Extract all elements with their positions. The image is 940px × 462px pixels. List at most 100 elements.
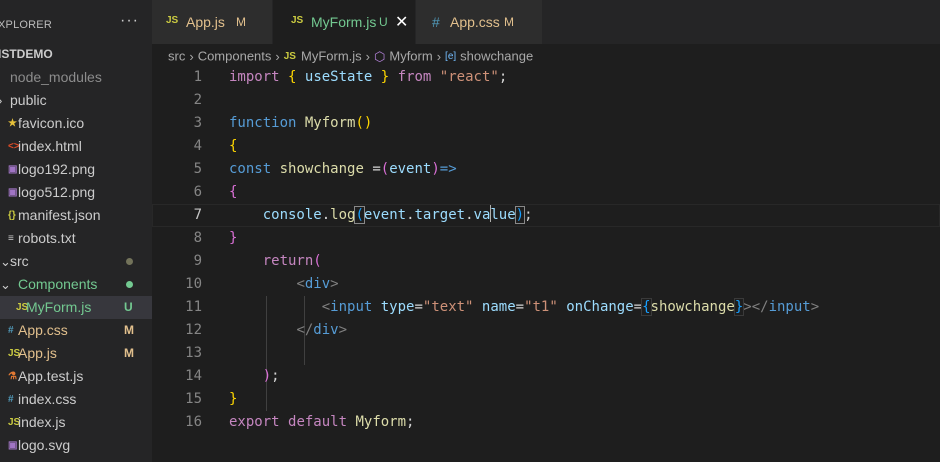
tab-myform-js[interactable]: JS MyForm.js U ✕ — [273, 0, 416, 44]
tab-app-css[interactable]: # App.css M — [416, 0, 543, 44]
code-line[interactable]: 10 <div> — [152, 273, 940, 296]
tree-item[interactable]: node_modules — [0, 66, 152, 89]
tree-item-label: index.css — [18, 391, 77, 407]
code-token: import — [229, 69, 280, 85]
code-text: <input type="text" name="t1" onChange={s… — [229, 296, 819, 319]
tree-item[interactable]: ★ favicon.ico — [0, 112, 152, 135]
code-token: div — [313, 322, 339, 338]
code-token: } — [229, 391, 238, 407]
code-line[interactable]: 11 <input type="text" name="t1" onChange… — [152, 296, 940, 319]
code-token: const — [229, 161, 272, 177]
more-actions-icon[interactable]: ··· — [120, 12, 139, 30]
tree-item[interactable]: JS MyForm.js U — [0, 296, 152, 319]
tree-item[interactable]: ▣ logo512.png — [0, 181, 152, 204]
breadcrumb-member[interactable]: showchange — [460, 49, 533, 64]
code-token: = — [633, 299, 643, 315]
line-number: 7 — [193, 207, 202, 223]
code-line[interactable]: 14 ); — [152, 365, 940, 388]
css-file-icon: # — [432, 14, 440, 30]
tree-item[interactable]: ⚗ App.test.js — [0, 365, 152, 388]
code-token: ; — [271, 368, 280, 384]
code-token: { — [641, 298, 652, 316]
code-text: { — [229, 135, 237, 158]
tree-item[interactable]: <> index.html — [0, 135, 152, 158]
tree-item-label: MyForm.js — [26, 299, 92, 315]
tree-item[interactable]: ⌄ Components — [0, 273, 152, 296]
code-token: log — [330, 207, 356, 223]
breadcrumb-src[interactable]: src — [168, 49, 185, 64]
code-token: = — [414, 299, 423, 315]
symbol-class-icon: ⬡ — [374, 48, 386, 64]
line-number: 11 — [185, 299, 202, 315]
tree-item-label: logo192.png — [18, 161, 96, 177]
tree-item[interactable]: JS index.js — [0, 411, 152, 434]
tree-item[interactable]: ≡ robots.txt — [0, 227, 152, 250]
code-token: ) — [514, 206, 526, 224]
code-line[interactable]: 12 </div> — [152, 319, 940, 342]
chevron-right-icon[interactable]: › — [0, 89, 2, 112]
breadcrumb-symbol[interactable]: Myform — [389, 49, 432, 64]
tree-item[interactable]: {} manifest.json — [0, 204, 152, 227]
code-line[interactable]: 6{ — [152, 181, 940, 204]
line-number: 3 — [193, 115, 202, 131]
git-status-badge: M — [124, 323, 134, 337]
code-token: input — [768, 299, 811, 315]
tree-item-label: src — [10, 253, 29, 269]
code-token: Myform — [355, 414, 407, 430]
code-line[interactable]: 16 export default Myform; — [152, 411, 940, 434]
tree-item[interactable]: ▣ logo192.png — [0, 158, 152, 181]
code-editor[interactable]: 1 import { useState } from "react"; 2 3 func… — [152, 66, 940, 462]
breadcrumb-file[interactable]: MyForm.js — [301, 49, 362, 64]
code-token: . — [406, 207, 415, 223]
code-text: } — [229, 388, 237, 411]
breadcrumb: src › Components › JS MyForm.js › ⬡ Myform › [e] sh… — [168, 44, 533, 68]
code-line[interactable]: 9 return( — [152, 250, 940, 273]
tree-item[interactable]: › public — [0, 89, 152, 112]
code-line[interactable]: 8} — [152, 227, 940, 250]
code-line[interactable]: 5 const showchange =(event)=> — [152, 158, 940, 181]
close-icon[interactable]: ✕ — [395, 12, 408, 32]
tab-label: App.js — [186, 14, 225, 30]
line-number: 2 — [193, 92, 202, 108]
tree-item[interactable]: ▣ logo.svg — [0, 434, 152, 457]
project-folder[interactable]: ISTDEMO — [0, 43, 152, 66]
code-token: Myform — [304, 115, 356, 131]
tree-item-label: App.test.js — [18, 368, 84, 384]
tree-item[interactable]: # index.css — [0, 388, 152, 411]
code-token: > — [810, 299, 820, 315]
line-number: 12 — [185, 322, 202, 338]
breadcrumb-components[interactable]: Components — [198, 49, 272, 64]
tree-item[interactable]: JS App.js M — [0, 342, 152, 365]
code-token: { — [229, 184, 238, 200]
code-line[interactable]: 15} — [152, 388, 940, 411]
tree-item[interactable]: # App.css M — [0, 319, 152, 342]
file-type-icon: {} — [8, 210, 16, 221]
line-number: 16 — [185, 414, 202, 430]
file-type-icon: ★ — [8, 118, 17, 129]
tree-item[interactable]: ⌄ src — [0, 250, 152, 273]
code-line[interactable]: 1 import { useState } from "react"; — [152, 66, 940, 89]
code-line[interactable]: 3 function Myform() — [152, 112, 940, 135]
code-token: event — [389, 161, 432, 177]
code-token: > — [338, 322, 348, 338]
code-text: function Myform() — [229, 112, 372, 135]
code-text: ); — [229, 365, 280, 388]
code-line[interactable]: 7 console.log(event.target.value); — [152, 204, 940, 227]
git-status-dot-icon — [126, 281, 133, 288]
tab-app-js[interactable]: JS App.js M — [152, 0, 273, 44]
line-number: 15 — [185, 391, 202, 407]
code-token: "t1" — [524, 299, 558, 315]
code-line[interactable]: 4{ — [152, 135, 940, 158]
code-line[interactable]: 13 — [152, 342, 940, 365]
file-type-icon: ≡ — [8, 233, 14, 244]
chevron-down-icon[interactable]: ⌄ — [0, 273, 11, 296]
explorer-title: XPLORER — [0, 19, 52, 31]
code-line[interactable]: 2 — [152, 89, 940, 112]
